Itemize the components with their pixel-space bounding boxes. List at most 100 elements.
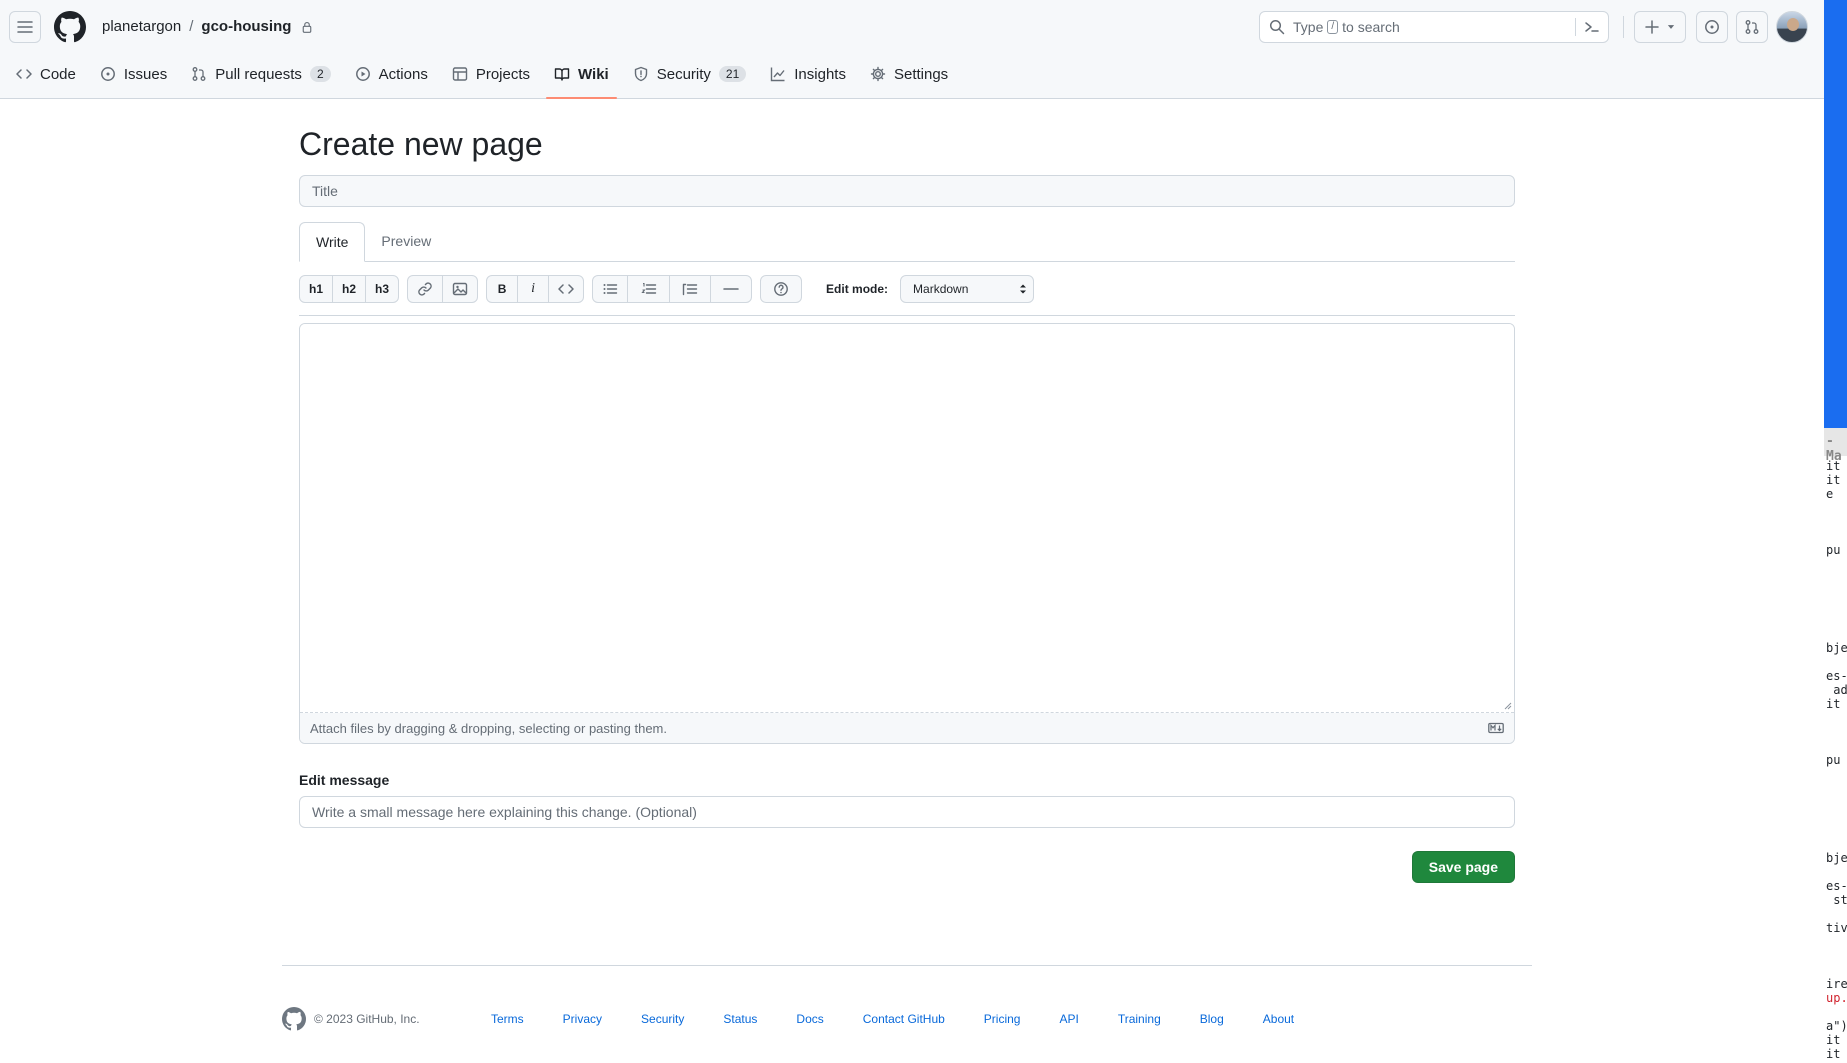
footer-link-privacy[interactable]: Privacy <box>563 1012 602 1026</box>
edit-message-input[interactable] <box>299 796 1515 828</box>
menu-button[interactable] <box>9 11 41 43</box>
book-icon <box>554 68 570 81</box>
issues-button[interactable] <box>1696 11 1728 43</box>
footer-link-pricing[interactable]: Pricing <box>984 1012 1021 1026</box>
tab-wiki[interactable]: Wiki <box>546 62 617 99</box>
tab-code[interactable]: Code <box>8 62 84 86</box>
repo-name-link[interactable]: gco-housing <box>201 18 291 35</box>
repo-breadcrumb: planetargon / gco-housing <box>102 18 313 35</box>
content-editor: Attach files by dragging & dropping, sel… <box>299 323 1515 744</box>
edit-mode-value: Markdown <box>913 281 969 296</box>
footer-link-training[interactable]: Training <box>1118 1012 1161 1026</box>
unordered-list-button[interactable] <box>593 275 629 302</box>
footer-link-api[interactable]: API <box>1059 1012 1078 1026</box>
search-icon <box>1269 19 1285 35</box>
image-button[interactable] <box>443 276 477 302</box>
editor-tabs: Write Preview <box>299 222 1515 262</box>
footer-link-blog[interactable]: Blog <box>1200 1012 1224 1026</box>
edit-mode-select[interactable]: Markdown <box>900 274 1035 303</box>
create-new-button[interactable] <box>1634 11 1686 43</box>
content-textarea[interactable] <box>300 324 1514 713</box>
footer-link-about[interactable]: About <box>1263 1012 1294 1026</box>
tab-write[interactable]: Write <box>299 222 366 262</box>
background-window-blue-panel <box>1824 0 1847 428</box>
avatar[interactable] <box>1776 11 1808 43</box>
footer-link-contact[interactable]: Contact GitHub <box>863 1012 945 1026</box>
resize-handle-icon[interactable] <box>1504 702 1512 710</box>
code-button[interactable] <box>549 276 583 302</box>
search-input[interactable]: Type / to search <box>1259 11 1609 43</box>
tab-insights[interactable]: Insights <box>762 62 854 86</box>
footer-link-docs[interactable]: Docs <box>796 1012 823 1026</box>
bold-button[interactable]: B <box>487 275 519 302</box>
header-divider <box>1623 16 1624 38</box>
pull-requests-count-badge: 2 <box>309 66 331 82</box>
code-line: it <box>1826 473 1841 487</box>
background-editor-window[interactable]: -Ma it it e pu bje es- ad it pu bje es- … <box>1824 0 1847 1063</box>
save-page-button[interactable]: Save page <box>1411 851 1515 883</box>
command-palette-icon[interactable] <box>1584 19 1600 35</box>
tab-label: Pull requests <box>215 65 302 83</box>
markdown-toolbar: h1 h2 h3 B i Edit mode: Markdown <box>299 262 1515 316</box>
edit-mode-label: Edit mode: <box>826 281 889 296</box>
table-icon <box>452 67 468 81</box>
repo-owner-link[interactable]: planetargon <box>102 18 181 35</box>
gear-icon <box>870 66 886 82</box>
lock-icon <box>303 21 312 33</box>
tab-label: Projects <box>475 65 531 83</box>
ordered-list-button[interactable] <box>628 275 671 302</box>
code-line: it <box>1826 459 1841 473</box>
list-unordered-icon <box>603 283 618 294</box>
help-group <box>760 274 803 303</box>
github-logo-icon[interactable] <box>54 11 86 43</box>
github-mark-icon[interactable] <box>282 1007 306 1031</box>
footer-link-security[interactable]: Security <box>641 1012 684 1026</box>
h2-button[interactable]: h2 <box>333 275 367 302</box>
attach-hint: Attach files by dragging & dropping, sel… <box>310 720 667 736</box>
graph-icon <box>771 67 785 82</box>
search-divider <box>1575 18 1576 36</box>
code-line: bje <box>1826 641 1847 655</box>
footer-link-terms[interactable]: Terms <box>491 1012 524 1026</box>
link-button[interactable] <box>408 275 444 302</box>
save-row: Save page <box>299 851 1515 883</box>
tab-security[interactable]: Security 21 <box>625 62 755 86</box>
tab-settings[interactable]: Settings <box>862 62 956 86</box>
hamburger-icon <box>17 21 33 33</box>
tab-projects[interactable]: Projects <box>444 62 538 86</box>
code-line: es- <box>1826 669 1847 683</box>
footer-link-status[interactable]: Status <box>723 1012 757 1026</box>
edit-message-label: Edit message <box>299 772 390 788</box>
code-line: it <box>1826 1033 1841 1047</box>
pull-requests-button[interactable] <box>1736 11 1768 43</box>
file-attachment-bar[interactable]: Attach files by dragging & dropping, sel… <box>300 713 1514 743</box>
tab-issues[interactable]: Issues <box>92 62 175 86</box>
tab-label: Insights <box>794 65 846 83</box>
git-pull-request-icon <box>1745 20 1759 34</box>
background-window-tab: -Ma <box>1824 428 1847 464</box>
format-group: B i <box>486 274 585 303</box>
github-wiki-page: planetargon / gco-housing Type / to sear… <box>0 0 1824 1063</box>
tab-pull-requests[interactable]: Pull requests 2 <box>183 62 338 86</box>
wiki-editor: Create new page Write Preview h1 h2 h3 B <box>299 99 1515 883</box>
page-title-input[interactable] <box>299 175 1515 207</box>
help-button[interactable] <box>761 276 801 302</box>
tab-actions[interactable]: Actions <box>347 62 436 86</box>
markdown-icon[interactable] <box>1488 720 1504 736</box>
search-prefix: Type <box>1293 19 1324 35</box>
repo-nav: Code Issues Pull requests 2 Actions Proj… <box>0 62 964 99</box>
question-icon <box>774 281 788 296</box>
image-icon <box>452 282 468 295</box>
horizontal-rule-button[interactable] <box>711 276 751 302</box>
task-list-button[interactable] <box>670 275 712 302</box>
h1-button[interactable]: h1 <box>300 275 334 302</box>
heading-group: h1 h2 h3 <box>299 274 400 303</box>
code-icon <box>558 283 574 294</box>
code-line: bje <box>1826 851 1847 865</box>
plus-icon <box>1645 20 1659 34</box>
tab-preview[interactable]: Preview <box>365 221 447 261</box>
issue-icon <box>100 67 115 81</box>
italic-button[interactable]: i <box>518 275 550 302</box>
h3-button[interactable]: h3 <box>366 276 398 302</box>
site-footer: © 2023 GitHub, Inc. Terms Privacy Securi… <box>282 965 1532 1063</box>
